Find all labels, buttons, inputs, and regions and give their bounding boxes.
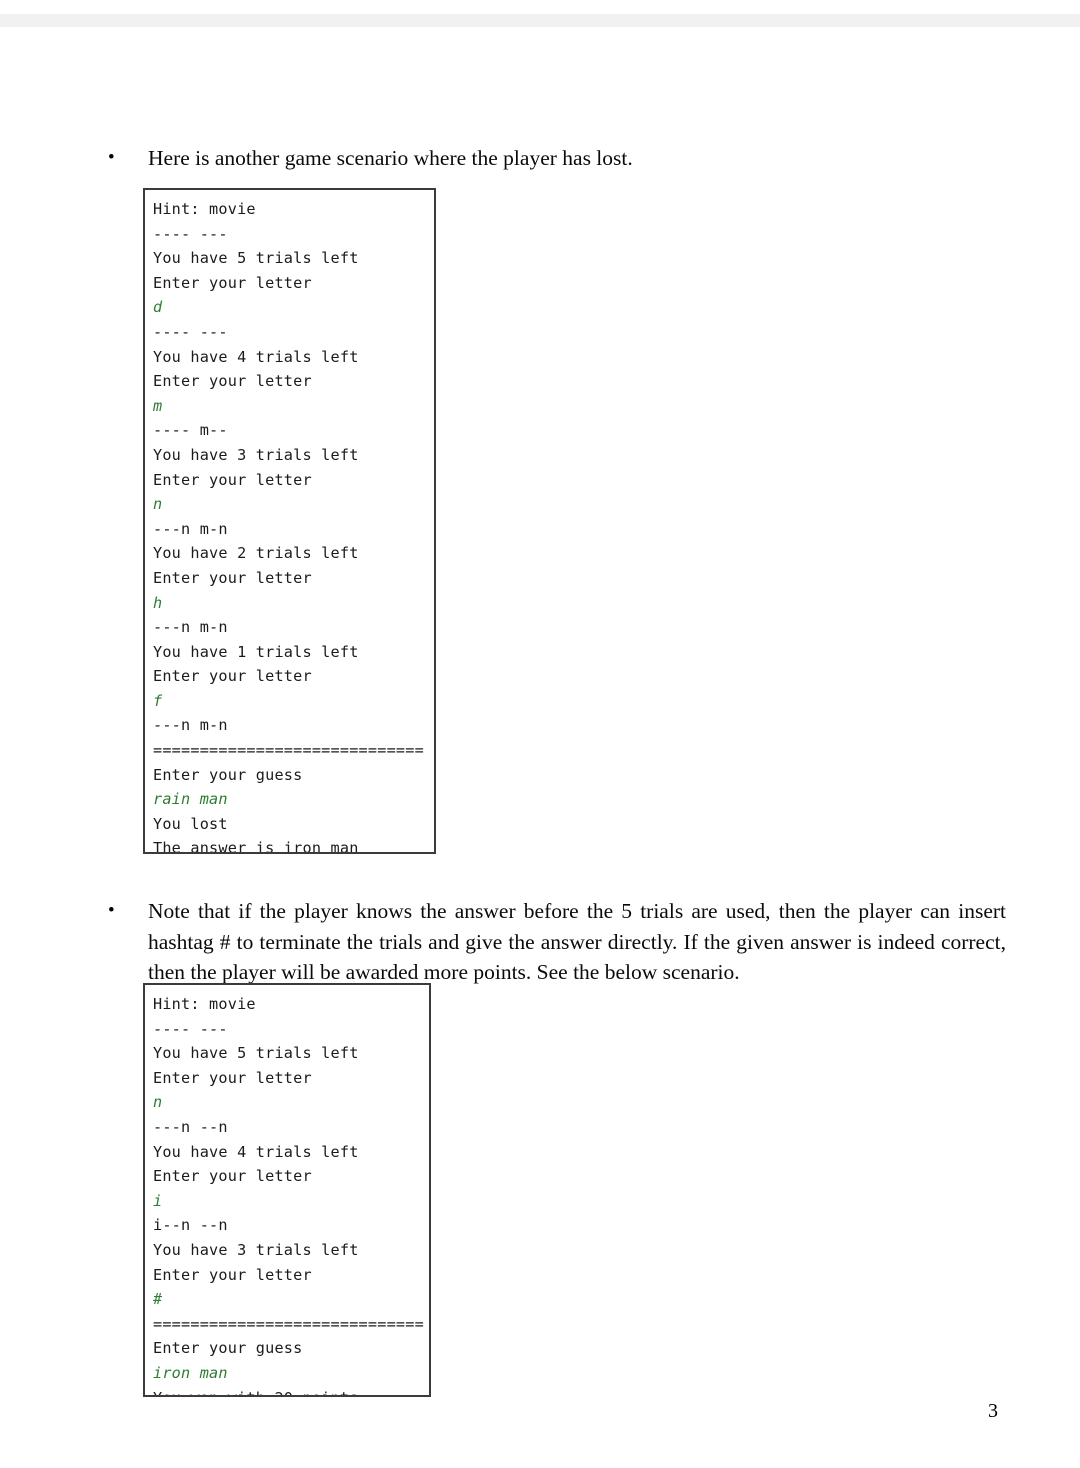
console-output-line: Enter your letter (153, 1265, 312, 1284)
console-output-line: You have 3 trials left (153, 445, 359, 464)
console-output-line: Enter your letter (153, 372, 312, 391)
console-output-line: The answer is iron man (153, 839, 359, 854)
console-output-line: You have 5 trials left (153, 249, 359, 268)
console-output-line: Enter your letter (153, 1167, 312, 1186)
console-output-lost-game: Hint: movie ---- --- You have 5 trials lef… (143, 188, 436, 854)
console-output-line: You lost (153, 814, 228, 833)
console-user-input-line: f (153, 691, 163, 710)
console-output-line: You have 1 trials left (153, 642, 359, 661)
console-output-line: ---n m-n (153, 519, 228, 538)
bullet-item-hashtag-note: • Note that if the player knows the answ… (108, 896, 1008, 988)
console-user-input-line: i (153, 1191, 163, 1210)
page-separator-band (0, 14, 1080, 27)
console-output-line: ---- --- (153, 1019, 228, 1038)
console-output-hashtag-win: Hint: movie ---- --- You have 5 trials lef… (143, 983, 431, 1397)
console-output-line: You have 5 trials left (153, 1044, 359, 1063)
console-user-input-line: iron man (153, 1363, 228, 1382)
bullet-marker-icon: • (108, 900, 115, 921)
console-output-line: ---- --- (153, 224, 228, 243)
console-user-input-line: n (153, 1093, 163, 1112)
console-output-line: Enter your guess (153, 1339, 303, 1358)
console-output-line: Enter your letter (153, 667, 312, 686)
console-output-line: ============================= (153, 1314, 424, 1333)
page-number: 3 (988, 1400, 998, 1422)
bullet-item-lost-scenario: • Here is another game scenario where th… (108, 143, 988, 174)
console-output-line: ---- m-- (153, 421, 228, 440)
bullet-text-lost-scenario: Here is another game scenario where the … (148, 146, 633, 170)
console-user-input-line: # (153, 1290, 163, 1309)
bullet-marker-icon: • (108, 147, 115, 168)
console-output-line: You have 2 trials left (153, 544, 359, 563)
console-output-line: Enter your letter (153, 568, 312, 587)
console-output-line: You have 3 trials left (153, 1240, 359, 1259)
console-output-line: Enter your guess (153, 765, 303, 784)
console-output-line: ---n --n (153, 1117, 228, 1136)
console-user-input-line: rain man (153, 790, 228, 809)
bullet-text-hashtag-note: Note that if the player knows the answer… (148, 899, 1006, 984)
console-output-line: Enter your letter (153, 1068, 312, 1087)
console-output-line: Hint: movie (153, 995, 256, 1013)
console-user-input-line: h (153, 593, 163, 612)
document-page: • Here is another game scenario where th… (0, 0, 1080, 1468)
console-output-line: Hint: movie (153, 200, 256, 218)
console-output-line: i--n --n (153, 1216, 228, 1235)
console-output-line: ---- --- (153, 322, 228, 341)
console-output-line: ---n m-n (153, 716, 228, 735)
console-output-line: ============================= (153, 741, 424, 760)
console-user-input-line: n (153, 495, 163, 514)
console-output-line: You have 4 trials left (153, 347, 359, 366)
console-output-line: You won with 20 points (153, 1386, 419, 1396)
console-output-line: Enter your letter (153, 273, 312, 292)
console-output-line: ---n m-n (153, 618, 228, 637)
console-output-line: Enter your letter (153, 470, 312, 489)
console-output-line: You have 4 trials left (153, 1142, 359, 1161)
console-user-input-line: m (153, 396, 163, 415)
console-user-input-line: d (153, 298, 163, 317)
